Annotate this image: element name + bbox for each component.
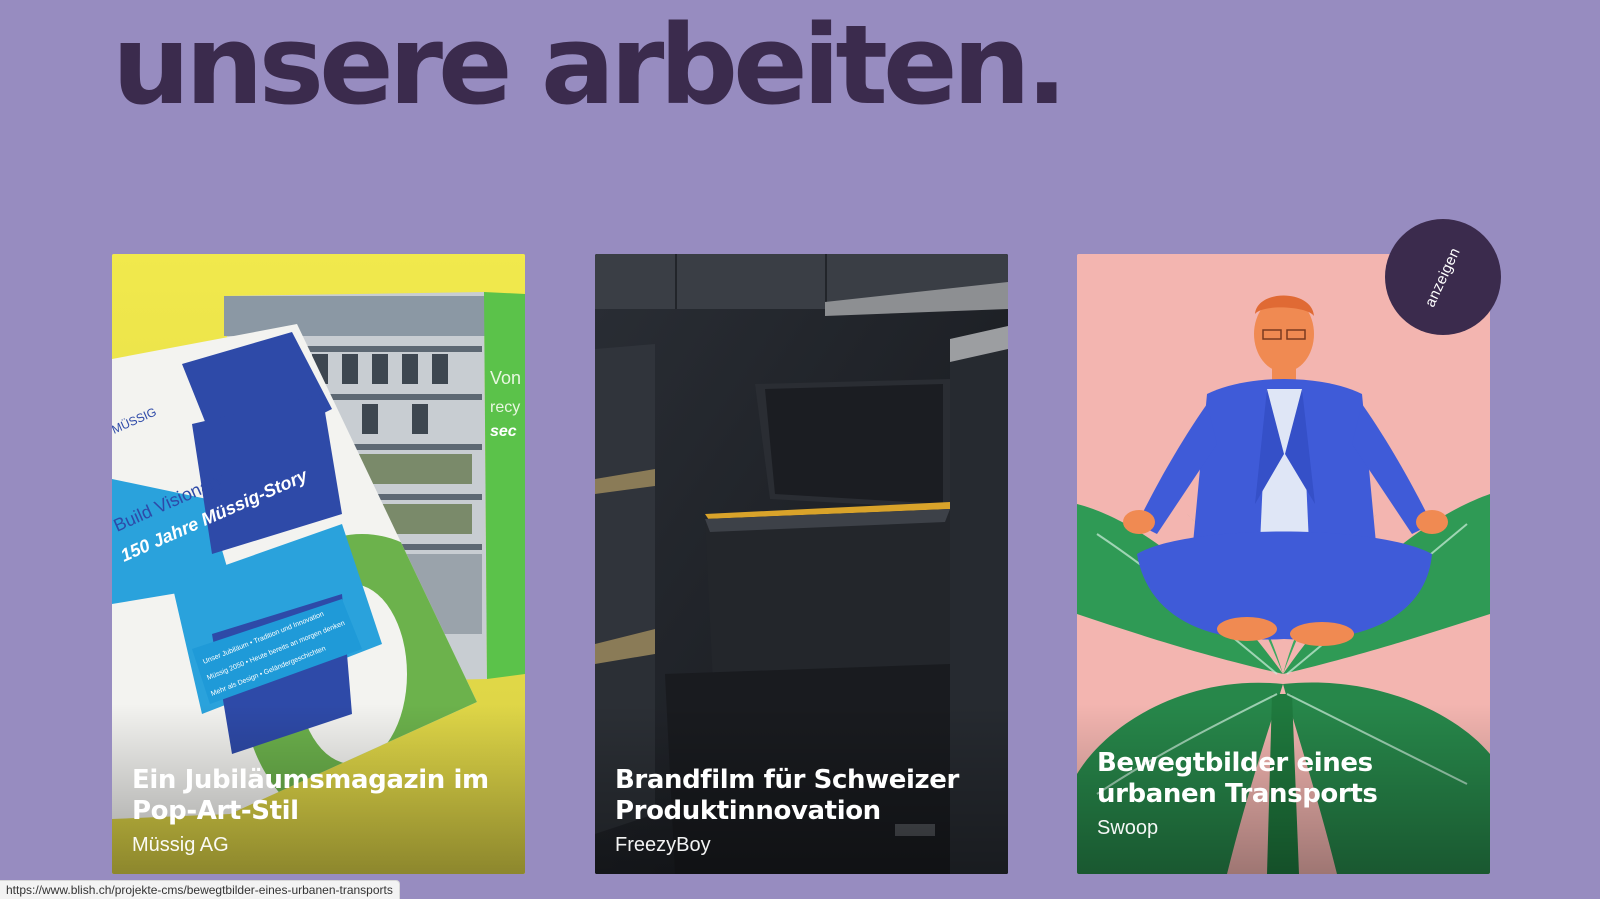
card-client: Swoop <box>1097 817 1159 839</box>
page-word-recy: recy <box>490 399 520 416</box>
page-word-sec: sec <box>490 423 517 440</box>
card-client: Müssig AG <box>132 834 229 856</box>
anzeigen-button[interactable]: anzeigen <box>1385 219 1501 335</box>
page: unsere arbeiten. Von recy sec Build Visi… <box>0 0 1600 899</box>
card-title[interactable]: Brandfilm für Schweizer Produktinnovatio… <box>615 765 988 827</box>
card-caption: Ein Jubiläumsmagazin im Pop-Art-Stil Müs… <box>132 765 505 857</box>
project-card-muessig[interactable]: Von recy sec Build Visionary 150 Jahre M… <box>112 254 525 874</box>
project-card-freezyboy[interactable]: Brandfilm für Schweizer Produktinnovatio… <box>595 254 1008 874</box>
card-caption: Brandfilm für Schweizer Produktinnovatio… <box>615 765 988 857</box>
card-client: FreezyBoy <box>615 834 711 856</box>
page-word-von: Von <box>490 368 521 388</box>
anzeigen-label: anzeigen <box>1421 244 1465 310</box>
project-card-swoop[interactable]: Bewegtbilder eines urbanen Transports Sw… <box>1077 254 1490 874</box>
card-caption: Bewegtbilder eines urbanen Transports Sw… <box>1097 748 1470 840</box>
card-title[interactable]: Bewegtbilder eines urbanen Transports <box>1097 748 1470 810</box>
page-headline: unsere arbeiten. <box>112 1 1068 129</box>
status-bar-url: https://www.blish.ch/projekte-cms/bewegt… <box>0 880 400 899</box>
card-title[interactable]: Ein Jubiläumsmagazin im Pop-Art-Stil <box>132 765 505 827</box>
